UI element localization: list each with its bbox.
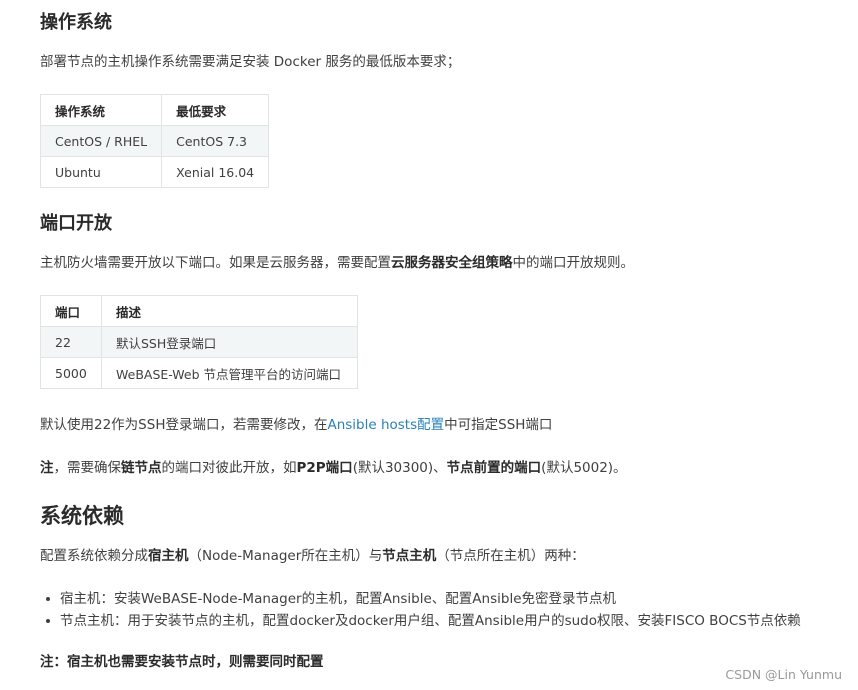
deps-intro-text: 配置系统依赖分成 [40, 548, 148, 564]
list-item-text: 宿主机：安装WeBASE-Node-Manager的主机，配置Ansible、配… [60, 591, 617, 607]
note-text: (默认30300)、 [352, 460, 447, 476]
watermark: CSDN @Lin Yunmu [725, 667, 842, 682]
table-cell: Xenial 16.04 [161, 156, 270, 188]
ssh-note-suffix: 中可指定SSH端口 [444, 417, 553, 433]
table-cell: 默认SSH登录端口 [101, 326, 358, 358]
note-bold: P2P端口 [296, 460, 353, 476]
table-header-os: 操作系统 [39, 94, 163, 126]
bullet-icon [46, 619, 50, 623]
note-text: 的端口对彼此开放，如 [161, 460, 297, 476]
table-row: 5000 WeBASE-Web 节点管理平台的访问端口 [40, 357, 358, 389]
deps-note: 注：宿主机也需要安装节点时，则需要同时配置 [40, 652, 324, 672]
port-intro-suffix: 中的端口开放规则。 [512, 255, 635, 271]
deps-intro: 配置系统依赖分成宿主机（Node-Manager所在主机）与节点主机（节点所在主… [40, 546, 585, 566]
port-intro: 主机防火墙需要开放以下端口。如果是云服务器，需要配置云服务器安全组策略中的端口开… [40, 253, 634, 273]
deps-intro-text: （Node-Manager所在主机）与 [188, 548, 383, 564]
deps-heading: 系统依赖 [40, 504, 124, 528]
table-header-port: 端口 [40, 295, 102, 327]
table-cell: CentOS / RHEL [39, 125, 163, 157]
table-cell: 5000 [40, 357, 102, 389]
table-cell: WeBASE-Web 节点管理平台的访问端口 [101, 357, 358, 389]
note-bold: 节点前置的端口 [446, 460, 542, 476]
table-row: 22 默认SSH登录端口 [40, 326, 358, 358]
table-header-row: 端口 描述 [40, 295, 358, 327]
port-intro-text: 主机防火墙需要开放以下端口。如果是云服务器，需要配置 [40, 255, 391, 271]
table-cell: Ubuntu [39, 156, 163, 188]
os-table: 操作系统 最低要求 CentOS / RHEL CentOS 7.3 Ubunt… [39, 94, 270, 188]
ansible-hosts-link[interactable]: Ansible hosts配置 [327, 417, 444, 433]
deps-intro-bold: 节点主机 [382, 548, 437, 564]
list-item: 节点主机：用于安装节点的主机，配置docker及docker用户组、配置Ansi… [44, 610, 801, 632]
note-bold: 链节点 [121, 460, 162, 476]
table-header-min-req: 最低要求 [161, 94, 270, 126]
ssh-note: 默认使用22作为SSH登录端口，若需要修改，在Ansible hosts配置中可… [40, 415, 552, 435]
list-item-text: 节点主机：用于安装节点的主机，配置docker及docker用户组、配置Ansi… [60, 613, 801, 629]
deps-list: 宿主机：安装WeBASE-Node-Manager的主机，配置Ansible、配… [44, 588, 801, 632]
bullet-icon [46, 597, 50, 601]
table-row: Ubuntu Xenial 16.04 [39, 156, 270, 188]
port-intro-bold: 云服务器安全组策略 [391, 255, 513, 271]
table-header-row: 操作系统 最低要求 [39, 94, 270, 126]
note-text: (默认5002)。 [541, 460, 627, 476]
deps-intro-text: （节点所在主机）两种： [436, 548, 585, 564]
note-text: ，需要确保 [53, 460, 122, 476]
table-header-desc: 描述 [101, 295, 358, 327]
table-row: CentOS / RHEL CentOS 7.3 [39, 125, 270, 157]
os-intro: 部署节点的主机操作系统需要满足安装 Docker 服务的最低版本要求； [40, 54, 461, 70]
list-item: 宿主机：安装WeBASE-Node-Manager的主机，配置Ansible、配… [44, 588, 801, 610]
os-heading: 操作系统 [40, 12, 112, 33]
note-label: 注 [40, 460, 54, 476]
deps-intro-bold: 宿主机 [148, 548, 189, 564]
port-note: 注，需要确保链节点的端口对彼此开放，如P2P端口(默认30300)、节点前置的端… [40, 458, 627, 478]
ssh-note-text: 默认使用22作为SSH登录端口，若需要修改，在 [40, 417, 328, 433]
table-cell: CentOS 7.3 [161, 125, 270, 157]
deps-note-bold: 注：宿主机也需要安装节点时，则需要同时配置 [40, 654, 324, 670]
document-page: 操作系统 部署节点的主机操作系统需要满足安装 Docker 服务的最低版本要求；… [0, 0, 858, 690]
port-table: 端口 描述 22 默认SSH登录端口 5000 WeBASE-Web 节点管理平… [40, 295, 358, 389]
port-heading: 端口开放 [40, 213, 112, 234]
table-cell: 22 [40, 326, 102, 358]
